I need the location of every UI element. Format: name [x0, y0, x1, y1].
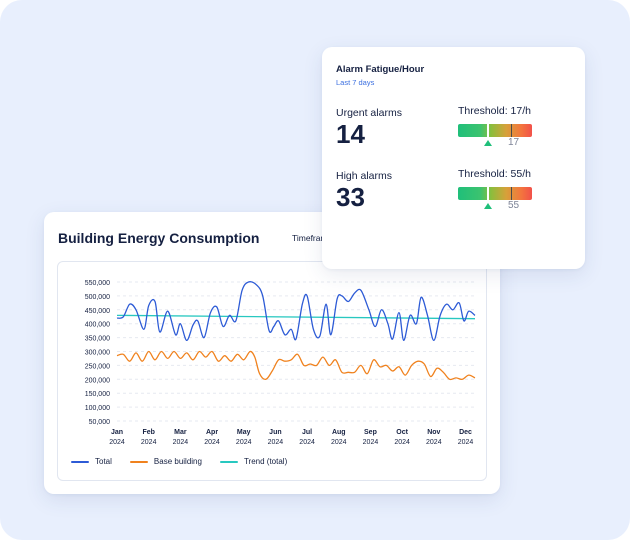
urgent-gauge-marker [487, 122, 490, 139]
legend-item-total[interactable]: Total [71, 457, 112, 466]
energy-line-chart: 550,000 500,000 450,000 400,000 350,000 300,0… [85, 280, 476, 446]
alarm-fatigue-card: Alarm Fatigue/Hour Last 7 days Urgent al… [322, 47, 585, 269]
urgent-threshold-label: Threshold: 17/h [458, 105, 531, 117]
x-tick-year: 2024 [173, 439, 189, 446]
x-tick-month: Dec [459, 429, 472, 436]
y-tick-label: 150,000 [85, 391, 110, 398]
x-tick-year: 2024 [394, 439, 410, 446]
urgent-gauge-value: 17 [508, 137, 520, 148]
x-tick-month: Nov [427, 429, 440, 436]
y-tick-label: 450,000 [85, 308, 110, 315]
y-tick-label: 400,000 [85, 322, 110, 329]
x-tick-year: 2024 [236, 439, 252, 446]
x-tick-year: 2024 [426, 439, 442, 446]
legend-swatch-base-building [129, 460, 148, 463]
energy-card-title: Building Energy Consumption [58, 230, 260, 246]
legend-swatch-total [71, 460, 89, 463]
x-tick-year: 2024 [141, 439, 157, 446]
high-threshold-label: Threshold: 55/h [458, 168, 531, 180]
urgent-gauge-pointer-icon [484, 140, 493, 146]
high-alarms-label: High alarms [336, 170, 393, 182]
urgent-alarms-label: Urgent alarms [336, 107, 402, 119]
x-tick-month: Jul [302, 429, 312, 436]
series-line-total [116, 281, 476, 342]
x-tick-month: Mar [174, 429, 187, 436]
y-tick-label: 50,000 [89, 419, 111, 426]
urgent-alarms-value: 14 [336, 119, 365, 149]
y-tick-label: 200,000 [85, 377, 110, 384]
urgent-threshold-gauge [458, 122, 532, 139]
x-tick-month: May [237, 429, 251, 436]
y-tick-label: 500,000 [85, 294, 110, 301]
legend-item-trend[interactable]: Trend (total) [219, 457, 288, 466]
y-tick-label: 550,000 [85, 280, 110, 287]
y-tick-label: 250,000 [85, 363, 110, 370]
energy-chart-container: 550,000 500,000 450,000 400,000 350,000 300,0… [57, 261, 487, 481]
x-tick-month: Oct [396, 429, 408, 436]
x-tick-year: 2024 [458, 439, 474, 446]
x-tick-year: 2024 [363, 439, 379, 446]
legend-label-base-building: Base building [153, 457, 202, 466]
alarm-card-subtitle: Last 7 days [336, 78, 375, 87]
urgent-gauge-threshold-tick [511, 124, 512, 137]
x-tick-month: Sep [364, 429, 377, 436]
legend-label-total: Total [95, 457, 112, 466]
x-tick-month: Apr [206, 429, 218, 436]
x-tick-year: 2024 [331, 439, 347, 446]
alarm-card-title: Alarm Fatigue/Hour [336, 64, 425, 75]
x-tick-year: 2024 [109, 439, 125, 446]
x-tick-month: Jan [111, 429, 123, 436]
y-tick-label: 300,000 [85, 350, 110, 357]
high-gauge-value: 55 [508, 200, 520, 211]
x-tick-month: Jun [269, 429, 281, 436]
x-tick-year: 2024 [204, 439, 220, 446]
chart-legend: Total Base building Trend (total) [71, 457, 287, 466]
legend-item-base-building[interactable]: Base building [129, 457, 202, 466]
x-tick-year: 2024 [268, 439, 284, 446]
high-alarms-value: 33 [336, 182, 365, 212]
x-tick-month: Aug [332, 429, 346, 436]
series-line-base-building [116, 350, 476, 381]
x-tick-year: 2024 [299, 439, 315, 446]
legend-label-trend: Trend (total) [243, 457, 288, 466]
high-gauge-threshold-tick [511, 187, 512, 200]
legend-swatch-trend [219, 460, 238, 463]
x-tick-month: Feb [142, 429, 154, 436]
y-tick-label: 350,000 [85, 336, 110, 343]
high-threshold-gauge [458, 185, 532, 202]
y-tick-label: 100,000 [85, 405, 110, 412]
high-gauge-pointer-icon [484, 203, 493, 209]
high-gauge-marker [487, 185, 490, 202]
